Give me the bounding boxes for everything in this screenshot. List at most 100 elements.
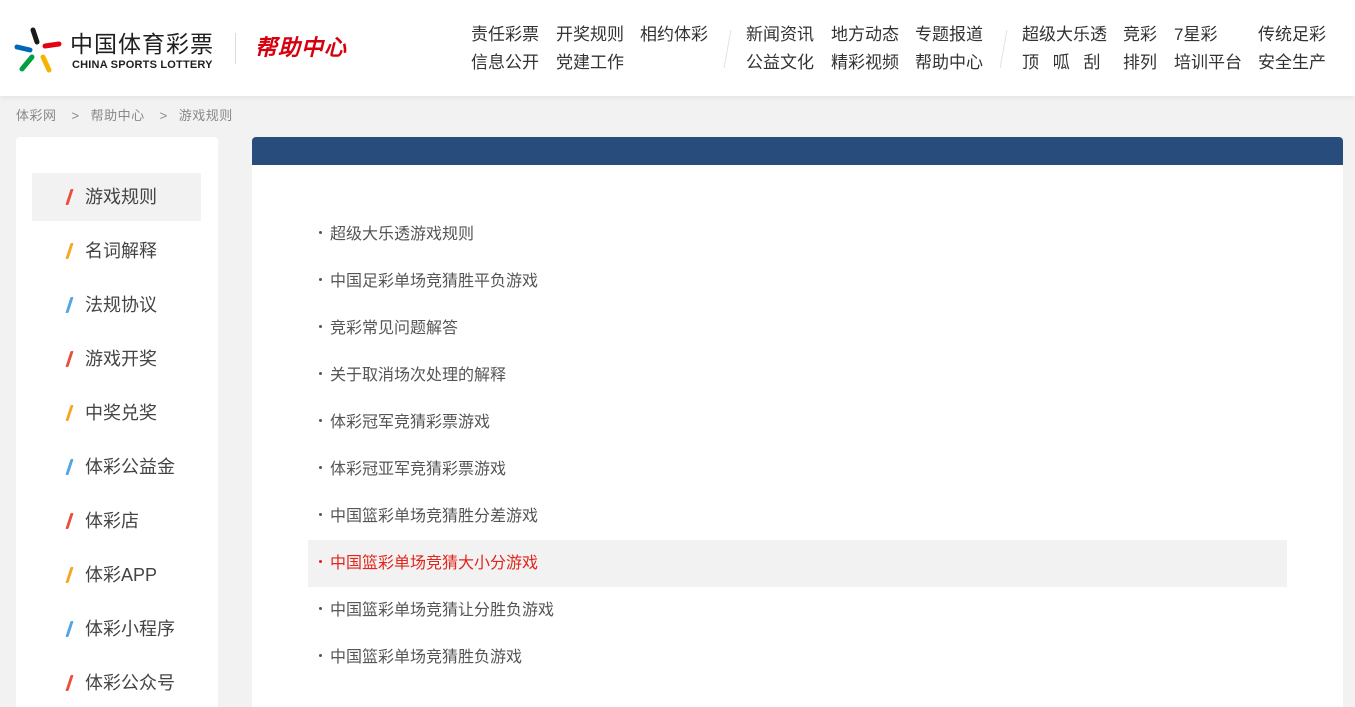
article-title: 超级大乐透游戏规则 — [330, 226, 475, 243]
slash-icon — [65, 351, 74, 367]
nav-group-3: 超级大乐透 竞彩 7星彩 传统足彩 顶 呱 刮 排列 培训平台 安全生产 — [1022, 21, 1326, 77]
slash-icon — [65, 405, 74, 421]
content-panel: 超级大乐透游戏规则 中国足彩单场竞猜胜平负游戏 竞彩常见问题解答 关于取消场次处… — [252, 137, 1343, 707]
logo-name-en: CHINA SPORTS LOTTERY — [72, 59, 213, 71]
nav-safety-production[interactable]: 安全生产 — [1258, 49, 1326, 77]
lottery-star-logo-icon — [14, 27, 62, 73]
article-item[interactable]: 体彩冠军竞猜彩票游戏 — [308, 399, 1287, 446]
bullet-icon — [319, 654, 322, 657]
nav-group-1: 责任彩票 开奖规则 相约体彩 信息公开 党建工作 — [471, 21, 708, 77]
article-item[interactable]: 中国篮彩单场竞猜让分胜负游戏 — [308, 587, 1287, 634]
bullet-icon — [319, 325, 322, 328]
article-title: 中国篮彩单场竞猜胜分差游戏 — [330, 508, 539, 525]
sidebar-item-label: 游戏规则 — [85, 187, 157, 207]
nav-videos[interactable]: 精彩视频 — [831, 49, 915, 77]
article-item[interactable]: 超级大乐透游戏规则 — [308, 211, 1287, 258]
nav-permutation[interactable]: 排列 — [1123, 49, 1174, 77]
sidebar-item-label: 体彩APP — [85, 565, 158, 585]
sidebar-item-prize-claims[interactable]: 中奖兑奖 — [32, 389, 201, 437]
slash-icon — [65, 243, 74, 259]
slash-icon — [65, 189, 74, 205]
panel-header-bar — [252, 137, 1343, 165]
nav-sports-betting[interactable]: 竞彩 — [1123, 21, 1174, 49]
nav-draw-rules[interactable]: 开奖规则 — [556, 21, 640, 49]
site-header: 中国体育彩票 CHINA SPORTS LOTTERY 帮助中心 责任彩票 开奖… — [0, 0, 1355, 96]
breadcrumb-separator: > — [159, 108, 168, 123]
nav-party-building[interactable]: 党建工作 — [556, 49, 640, 77]
article-title: 竞彩常见问题解答 — [330, 320, 459, 337]
nav-group-2: 新闻资讯 地方动态 专题报道 公益文化 精彩视频 帮助中心 — [746, 21, 983, 77]
sidebar-item-label: 游戏开奖 — [85, 349, 157, 369]
slash-icon — [65, 675, 74, 691]
article-item[interactable]: 中国足彩单场竞猜胜平负游戏 — [308, 258, 1287, 305]
sidebar-item-welfare-fund[interactable]: 体彩公益金 — [32, 443, 201, 491]
nav-information-disclosure[interactable]: 信息公开 — [471, 49, 556, 77]
bullet-icon — [319, 513, 322, 516]
article-item[interactable]: 体彩冠亚军竞猜彩票游戏 — [308, 446, 1287, 493]
nav-traditional-football[interactable]: 传统足彩 — [1258, 21, 1326, 49]
nav-super-lotto[interactable]: 超级大乐透 — [1022, 21, 1123, 49]
logo-divider — [235, 33, 236, 64]
nav-7-star-lottery[interactable]: 7星彩 — [1174, 21, 1258, 49]
nav-scratch-cards[interactable]: 顶 呱 刮 — [1022, 49, 1123, 77]
breadcrumb: 体彩网 > 帮助中心 > 游戏规则 — [16, 107, 233, 125]
nav-divider — [723, 30, 732, 68]
sidebar-item-label: 体彩公众号 — [85, 673, 175, 693]
article-title: 中国篮彩单场竞猜大小分游戏 — [330, 555, 539, 572]
bullet-icon — [319, 419, 322, 422]
bullet-icon — [319, 607, 322, 610]
article-item[interactable]: 中国篮彩单场竞猜大小分游戏 — [308, 540, 1287, 587]
article-title: 中国足彩单场竞猜胜平负游戏 — [330, 273, 539, 290]
nav-news[interactable]: 新闻资讯 — [746, 21, 831, 49]
bullet-icon — [319, 372, 322, 375]
nav-public-welfare[interactable]: 公益文化 — [746, 49, 831, 77]
sidebar-item-game-rules[interactable]: 游戏规则 — [32, 173, 201, 221]
sidebar-item-app[interactable]: 体彩APP — [32, 551, 201, 599]
sidebar-item-official-account[interactable]: 体彩公众号 — [32, 659, 201, 707]
sidebar: 游戏规则 名词解释 法规协议 游戏开奖 中奖兑奖 体彩公益金 体彩店 体彩APP… — [16, 137, 218, 707]
sidebar-item-lottery-stores[interactable]: 体彩店 — [32, 497, 201, 545]
article-list: 超级大乐透游戏规则 中国足彩单场竞猜胜平负游戏 竞彩常见问题解答 关于取消场次处… — [308, 211, 1287, 681]
sidebar-item-label: 体彩公益金 — [85, 457, 175, 477]
logo-name-cn: 中国体育彩票 — [70, 31, 214, 57]
slash-icon — [65, 459, 74, 475]
bullet-icon — [319, 560, 322, 563]
breadcrumb-separator: > — [71, 108, 80, 123]
nav-training-platform[interactable]: 培训平台 — [1174, 49, 1258, 77]
nav-local-news[interactable]: 地方动态 — [831, 21, 915, 49]
article-title: 关于取消场次处理的解释 — [330, 367, 507, 384]
sidebar-item-game-draws[interactable]: 游戏开奖 — [32, 335, 201, 383]
article-item[interactable]: 关于取消场次处理的解释 — [308, 352, 1287, 399]
article-item[interactable]: 中国篮彩单场竞猜胜负游戏 — [308, 634, 1287, 681]
sidebar-item-mini-program[interactable]: 体彩小程序 — [32, 605, 201, 653]
section-title[interactable]: 帮助中心 — [255, 34, 347, 62]
sidebar-item-label: 体彩店 — [85, 511, 139, 531]
article-title: 中国篮彩单场竞猜让分胜负游戏 — [330, 602, 555, 619]
logo[interactable]: 中国体育彩票 CHINA SPORTS LOTTERY — [14, 24, 220, 74]
sidebar-item-glossary[interactable]: 名词解释 — [32, 227, 201, 275]
nav-special-reports[interactable]: 专题报道 — [915, 21, 983, 49]
slash-icon — [65, 297, 74, 313]
sidebar-item-label: 名词解释 — [85, 241, 157, 261]
bullet-icon — [319, 278, 322, 281]
bullet-icon — [319, 466, 322, 469]
breadcrumb-help-center[interactable]: 帮助中心 — [91, 108, 145, 123]
sidebar-item-regulations[interactable]: 法规协议 — [32, 281, 201, 329]
nav-divider — [999, 30, 1008, 68]
article-item[interactable]: 竞彩常见问题解答 — [308, 305, 1287, 352]
breadcrumb-home[interactable]: 体彩网 — [16, 108, 57, 123]
article-title: 中国篮彩单场竞猜胜负游戏 — [330, 649, 523, 666]
sidebar-item-label: 中奖兑奖 — [85, 403, 157, 423]
breadcrumb-current[interactable]: 游戏规则 — [179, 108, 233, 123]
nav-meet-lottery[interactable]: 相约体彩 — [640, 21, 708, 49]
article-item[interactable]: 中国篮彩单场竞猜胜分差游戏 — [308, 493, 1287, 540]
nav-responsible-lottery[interactable]: 责任彩票 — [471, 21, 556, 49]
slash-icon — [65, 513, 74, 529]
sidebar-item-label: 体彩小程序 — [85, 619, 175, 639]
sidebar-item-label: 法规协议 — [85, 295, 157, 315]
nav-help-center[interactable]: 帮助中心 — [915, 49, 983, 77]
article-title: 体彩冠亚军竞猜彩票游戏 — [330, 461, 507, 478]
article-title: 体彩冠军竞猜彩票游戏 — [330, 414, 491, 431]
slash-icon — [65, 621, 74, 637]
slash-icon — [65, 567, 74, 583]
